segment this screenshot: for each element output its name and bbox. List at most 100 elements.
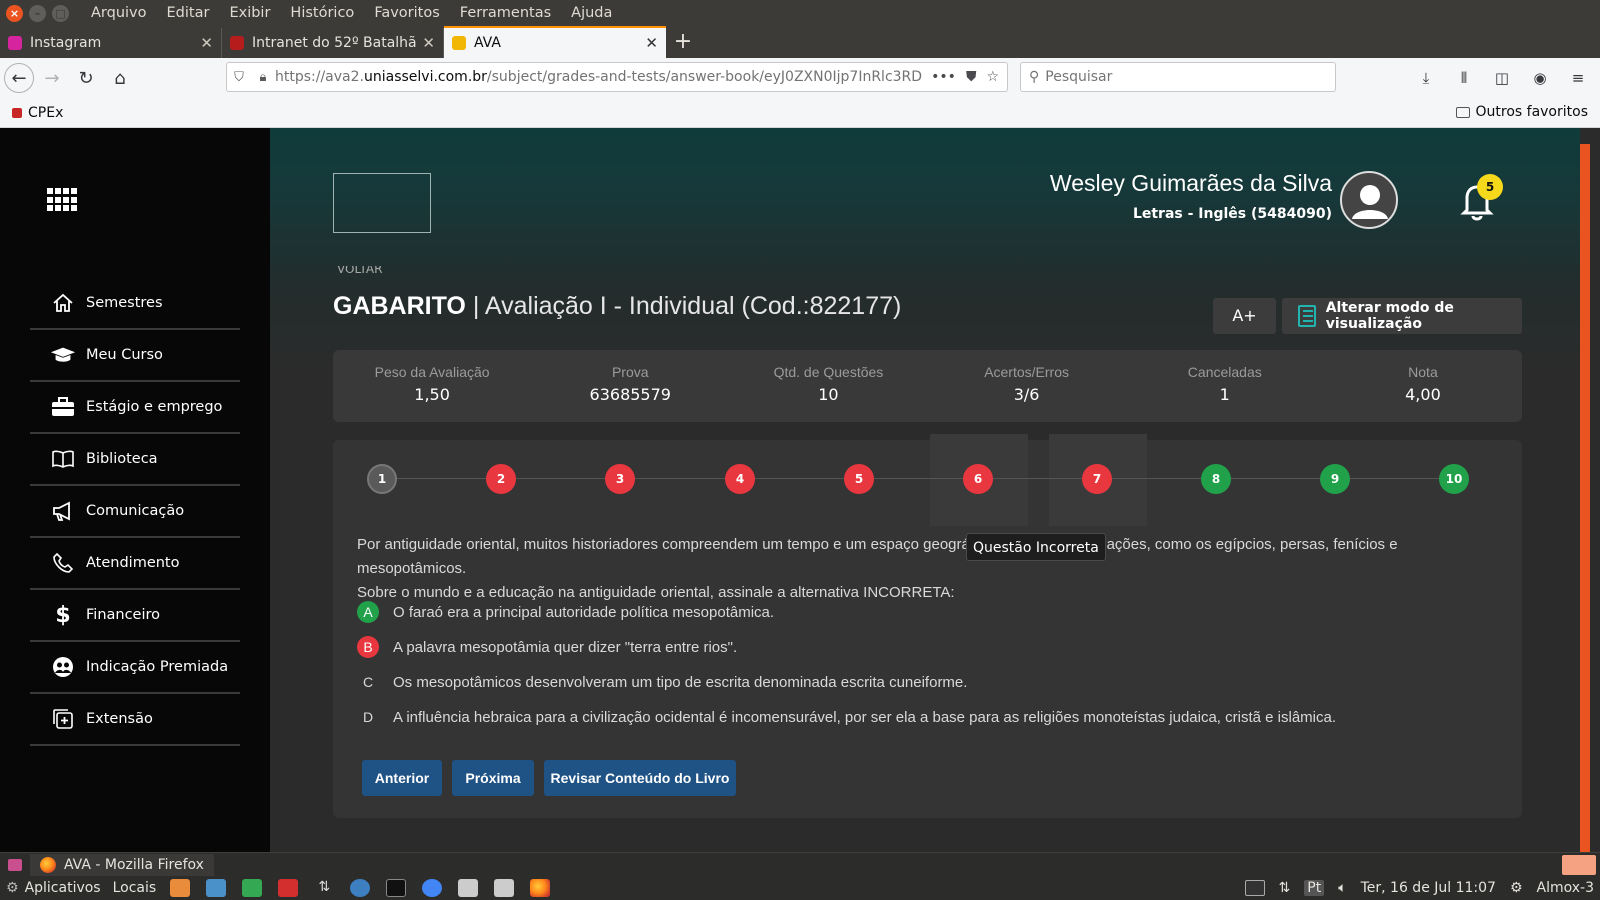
- hostname: Almox-3: [1536, 880, 1594, 896]
- apps-grid-icon[interactable]: [47, 188, 77, 212]
- reload-button[interactable]: ↻: [70, 62, 102, 94]
- question-step-1[interactable]: 1: [367, 464, 397, 494]
- downloads-icon[interactable]: ⤓: [1410, 62, 1442, 94]
- tracking-shield-icon[interactable]: ⛉: [227, 70, 251, 85]
- back-link[interactable]: VOLTAR: [337, 266, 382, 276]
- option-d[interactable]: D A influência hebraica para a civilizaç…: [357, 705, 1477, 729]
- sidebar-item-comunicacao[interactable]: Comunicação: [30, 486, 240, 538]
- back-button[interactable]: ←: [4, 63, 34, 93]
- show-desktop-icon[interactable]: [8, 858, 22, 871]
- thunderbird-launcher-icon[interactable]: [350, 879, 371, 897]
- search-input[interactable]: [1045, 69, 1316, 85]
- avatar[interactable]: [1340, 171, 1398, 229]
- close-tab-icon[interactable]: ✕: [200, 34, 213, 52]
- next-button[interactable]: Próxima: [452, 760, 534, 796]
- library-icon[interactable]: ⫴: [1448, 62, 1480, 94]
- pocket-icon[interactable]: ⛊: [966, 69, 977, 85]
- network-status-icon[interactable]: ⇅: [1279, 880, 1291, 896]
- menu-editar[interactable]: Editar: [157, 5, 220, 21]
- chrome-launcher-icon[interactable]: [422, 879, 443, 897]
- question-step-2[interactable]: 2: [486, 464, 516, 494]
- menu-favoritos[interactable]: Favoritos: [364, 5, 449, 21]
- transfer-launcher-icon[interactable]: ⇅: [314, 879, 334, 897]
- url-text[interactable]: https://ava2.uniasselvi.com.br/subject/g…: [275, 69, 923, 85]
- tab-title: Intranet do 52º Batalhão: [252, 35, 417, 51]
- question-step-6[interactable]: 6: [963, 464, 993, 494]
- clock[interactable]: Ter, 16 de Jul 11:07: [1361, 880, 1496, 896]
- question-step-4[interactable]: 4: [725, 464, 755, 494]
- forward-button[interactable]: →: [36, 62, 68, 94]
- tab-instagram[interactable]: Instagram ✕: [0, 28, 222, 58]
- network2-launcher-icon[interactable]: [494, 879, 515, 897]
- folder-launcher-icon[interactable]: [170, 879, 191, 897]
- stat-acertos-erros: Acertos/Erros 3/6: [928, 350, 1126, 422]
- question-step-10[interactable]: 10: [1439, 464, 1469, 494]
- firefox-launcher-icon[interactable]: [530, 879, 551, 897]
- menu-arquivo[interactable]: Arquivo: [81, 5, 157, 21]
- scrollbar-thumb[interactable]: [1580, 144, 1590, 852]
- menu-exibir[interactable]: Exibir: [219, 5, 280, 21]
- bookmark-cpex[interactable]: CPEx: [0, 105, 75, 121]
- notification-count-badge[interactable]: 5: [1477, 174, 1503, 200]
- screen-record-icon[interactable]: [1244, 880, 1265, 896]
- places-menu[interactable]: Locais: [107, 880, 163, 896]
- question-step-7[interactable]: 7: [1082, 464, 1112, 494]
- files-launcher-icon[interactable]: [206, 879, 227, 897]
- page-scrollbar[interactable]: [1580, 128, 1590, 852]
- workspace-switcher[interactable]: [1562, 855, 1596, 875]
- option-a[interactable]: A O faraó era a principal autoridade pol…: [357, 600, 1477, 624]
- close-tab-icon[interactable]: ✕: [422, 34, 435, 52]
- sidebar-toggle-icon[interactable]: ◫: [1486, 62, 1518, 94]
- minimize-window-button[interactable]: –: [29, 4, 46, 22]
- sidebar-item-meu-curso[interactable]: Meu Curso: [30, 330, 240, 382]
- terminal-launcher-icon[interactable]: [386, 879, 407, 897]
- stat-label: Peso da Avaliação: [374, 364, 490, 380]
- lock-icon[interactable]: 🔒︎: [251, 70, 275, 85]
- menu-ferramentas[interactable]: Ferramentas: [450, 5, 561, 21]
- option-b[interactable]: B A palavra mesopotâmia quer dizer "terr…: [357, 635, 1477, 659]
- question-step-3[interactable]: 3: [605, 464, 635, 494]
- question-step-9[interactable]: 9: [1320, 464, 1350, 494]
- sidebar-item-indicacao[interactable]: Indicação Premiada: [30, 642, 240, 694]
- new-tab-button[interactable]: +: [666, 28, 700, 58]
- sidebar-item-extensao[interactable]: Extensão: [30, 694, 240, 746]
- menu-ajuda[interactable]: Ajuda: [561, 5, 622, 21]
- home-button[interactable]: ⌂: [104, 62, 136, 94]
- tab-ava[interactable]: AVA ✕: [444, 26, 666, 58]
- maximize-window-button[interactable]: □: [52, 4, 69, 22]
- page-actions-icon[interactable]: •••: [931, 69, 956, 85]
- view-mode-button[interactable]: Alterar modo de visualização: [1282, 298, 1522, 334]
- search-bar[interactable]: ⚲: [1020, 62, 1336, 92]
- stat-value: 1: [1219, 385, 1230, 404]
- sidebar-item-financeiro[interactable]: $ Financeiro: [30, 590, 240, 642]
- previous-button[interactable]: Anterior: [362, 760, 442, 796]
- sidebar-item-biblioteca[interactable]: Biblioteca: [30, 434, 240, 486]
- close-window-button[interactable]: ×: [6, 4, 23, 22]
- sidebar-item-atendimento[interactable]: Atendimento: [30, 538, 240, 590]
- url-bar[interactable]: ⛉ 🔒︎ https://ava2.uniasselvi.com.br/subj…: [226, 62, 1008, 92]
- font-size-button[interactable]: A+: [1213, 298, 1276, 334]
- pdf-launcher-icon[interactable]: [278, 879, 299, 897]
- bookmark-star-icon[interactable]: ☆: [986, 69, 999, 85]
- review-book-button[interactable]: Revisar Conteúdo do Livro: [544, 760, 736, 796]
- menu-historico[interactable]: Histórico: [280, 5, 364, 21]
- applications-menu[interactable]: Aplicativos: [19, 880, 107, 896]
- stat-peso: Peso da Avaliação 1,50: [333, 350, 531, 422]
- account-icon[interactable]: ◉: [1524, 62, 1556, 94]
- keyboard-layout-indicator[interactable]: Pt: [1304, 880, 1325, 896]
- taskbar-window-firefox[interactable]: AVA - Mozilla Firefox: [30, 853, 214, 876]
- question-step-5[interactable]: 5: [844, 464, 874, 494]
- network-launcher-icon[interactable]: [458, 879, 479, 897]
- question-step-8[interactable]: 8: [1201, 464, 1231, 494]
- tab-intranet[interactable]: Intranet do 52º Batalhão ✕: [222, 28, 444, 58]
- option-c[interactable]: C Os mesopotâmicos desenvolveram um tipo…: [357, 670, 1477, 694]
- sidebar-item-semestres[interactable]: Semestres: [30, 278, 240, 330]
- hamburger-menu-icon[interactable]: ≡: [1562, 62, 1594, 94]
- other-bookmarks[interactable]: Outros favoritos: [1455, 104, 1588, 120]
- close-tab-icon[interactable]: ✕: [645, 34, 658, 52]
- spreadsheet-launcher-icon[interactable]: [242, 879, 263, 897]
- sidebar-item-estagio[interactable]: Estágio e emprego: [30, 382, 240, 434]
- volume-icon[interactable]: 🔈︎: [1338, 880, 1346, 896]
- tab-bar: Instagram ✕ Intranet do 52º Batalhão ✕ A…: [0, 26, 1600, 58]
- system-settings-icon[interactable]: ⚙: [1510, 880, 1523, 896]
